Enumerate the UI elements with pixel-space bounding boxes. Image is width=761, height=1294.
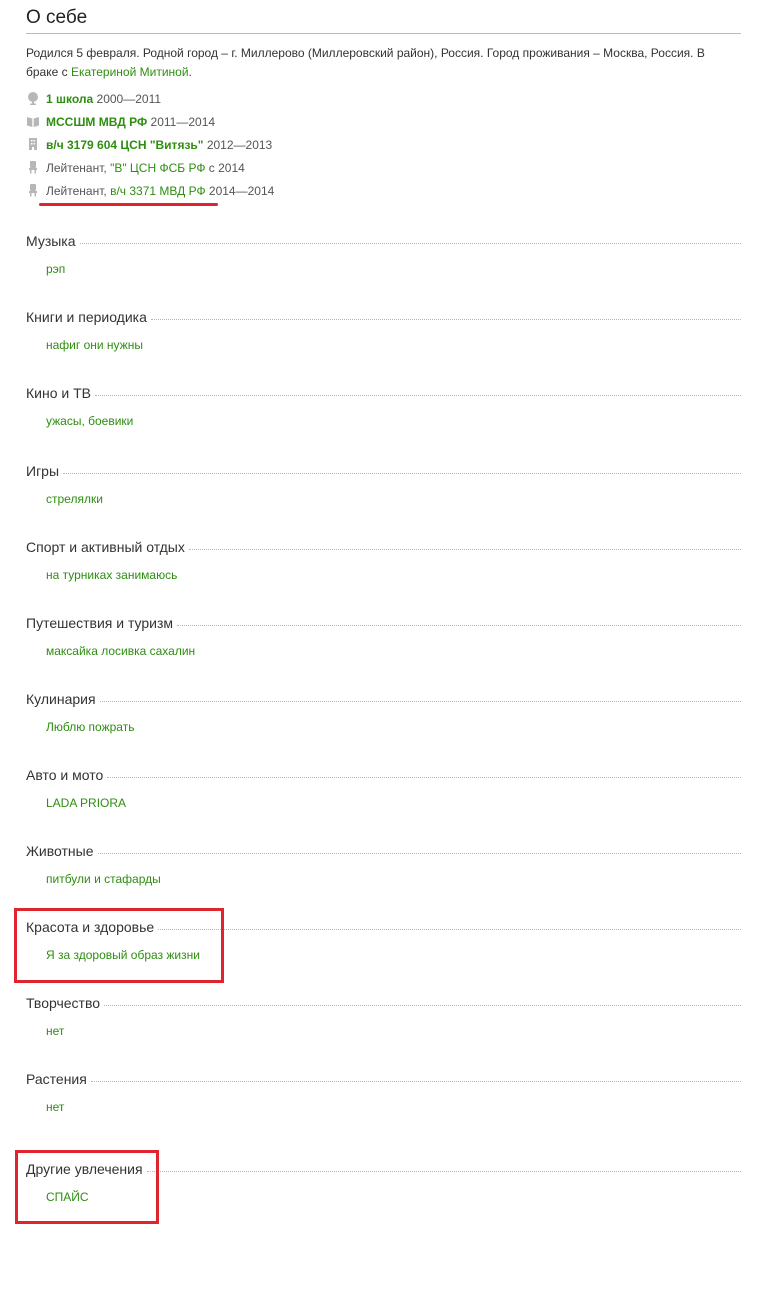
career-years: с 2014: [205, 161, 245, 175]
career-link-university[interactable]: МССШМ МВД РФ: [46, 115, 147, 129]
interest-title: Книги и периодика: [26, 309, 147, 325]
interest-section-sport: Спорт и активный отдых на турниках заним…: [26, 537, 741, 582]
career-prefix: Лейтенант,: [46, 161, 111, 175]
interest-value-link[interactable]: максайка лосивка сахалин: [46, 644, 741, 658]
interest-value-link[interactable]: Люблю пожрать: [46, 720, 741, 734]
interest-section-movies: Кино и ТВ ужасы, боевики: [26, 383, 741, 428]
dotted-divider: [94, 394, 741, 396]
career-years: 2014—2014: [205, 184, 275, 198]
interest-value-link[interactable]: рэп: [46, 262, 741, 276]
career-item-university: МССШМ МВД РФ 2011—2014: [26, 113, 215, 131]
career-item-school: 1 школа 2000—2011: [26, 90, 161, 108]
interest-section-games: Игры стрелялки: [26, 461, 741, 506]
dotted-divider: [107, 776, 741, 778]
career-item-fsb: Лейтенант, "В" ЦСН ФСБ РФ с 2014: [26, 159, 245, 177]
career-link-fsb[interactable]: "В" ЦСН ФСБ РФ: [110, 161, 205, 175]
career-years: 2011—2014: [147, 115, 216, 129]
career-item-military-unit: в/ч 3179 604 ЦСН "Витязь" 2012—2013: [26, 136, 272, 154]
globe-icon: [26, 91, 40, 105]
interest-title: Растения: [26, 1071, 87, 1087]
career-years: 2000—2011: [93, 92, 162, 106]
interest-title: Спорт и активный отдых: [26, 539, 185, 555]
interest-value-link[interactable]: LADA PRIORA: [46, 796, 741, 810]
dotted-divider: [146, 1170, 741, 1172]
book-icon: [26, 114, 40, 128]
dotted-divider: [150, 318, 741, 320]
dotted-divider: [63, 472, 741, 474]
bio-end: .: [188, 65, 192, 79]
bio-text: Родился 5 февраля. Родной город – г. Мил…: [26, 44, 726, 82]
dotted-divider: [97, 852, 741, 854]
interest-section-music: Музыка рэп: [26, 231, 741, 276]
interest-section-cooking: Кулинария Люблю пожрать: [26, 689, 741, 734]
red-underline-annotation: [39, 203, 218, 206]
interest-title: Животные: [26, 843, 94, 859]
dotted-divider: [99, 700, 741, 702]
career-link-vityaz[interactable]: в/ч 3179 604 ЦСН "Витязь": [46, 138, 203, 152]
interest-title: Игры: [26, 463, 60, 479]
section-title-about: О себе: [26, 7, 88, 28]
interest-title: Музыка: [26, 233, 76, 249]
interest-value-link[interactable]: питбули и стафарды: [46, 872, 741, 886]
interest-section-animals: Животные питбули и стафарды: [26, 841, 741, 886]
title-divider: [26, 33, 741, 34]
interest-section-travel: Путешествия и туризм максайка лосивка са…: [26, 613, 741, 658]
spouse-link[interactable]: Екатериной Митиной: [71, 65, 189, 79]
interest-value-link[interactable]: нафиг они нужны: [46, 338, 741, 352]
interest-value-link[interactable]: стрелялки: [46, 492, 741, 506]
chair-icon: [26, 183, 40, 197]
chair-icon: [26, 160, 40, 174]
red-box-annotation-other: [15, 1150, 159, 1224]
interest-section-creativity: Творчество нет: [26, 993, 741, 1038]
interest-title: Путешествия и туризм: [26, 615, 174, 631]
career-link-mvd[interactable]: в/ч 3371 МВД РФ: [110, 184, 206, 198]
interest-value-link[interactable]: ужасы, боевики: [46, 414, 741, 428]
career-link-school[interactable]: 1 школа: [46, 92, 93, 106]
interest-section-plants: Растения нет: [26, 1069, 741, 1114]
dotted-divider: [188, 548, 741, 550]
interest-value-link[interactable]: на турниках занимаюсь: [46, 568, 741, 582]
interest-section-books: Книги и периодика нафиг они нужны: [26, 307, 741, 352]
interest-section-auto: Авто и мото LADA PRIORA: [26, 765, 741, 810]
interest-title: Авто и мото: [26, 767, 104, 783]
career-years: 2012—2013: [203, 138, 273, 152]
red-box-annotation-beauty: [14, 908, 224, 983]
dotted-divider: [79, 242, 741, 244]
interest-value-link[interactable]: нет: [46, 1100, 741, 1114]
interest-title: Кулинария: [26, 691, 96, 707]
interest-title: Творчество: [26, 995, 101, 1011]
career-item-mvd: Лейтенант, в/ч 3371 МВД РФ 2014—2014: [26, 182, 274, 200]
career-prefix: Лейтенант,: [46, 184, 111, 198]
dotted-divider: [177, 624, 741, 626]
dotted-divider: [90, 1080, 741, 1082]
interest-value-link[interactable]: нет: [46, 1024, 741, 1038]
building-icon: [26, 137, 40, 151]
interest-title: Кино и ТВ: [26, 385, 91, 401]
dotted-divider: [104, 1004, 741, 1006]
dotted-divider: [158, 928, 741, 930]
